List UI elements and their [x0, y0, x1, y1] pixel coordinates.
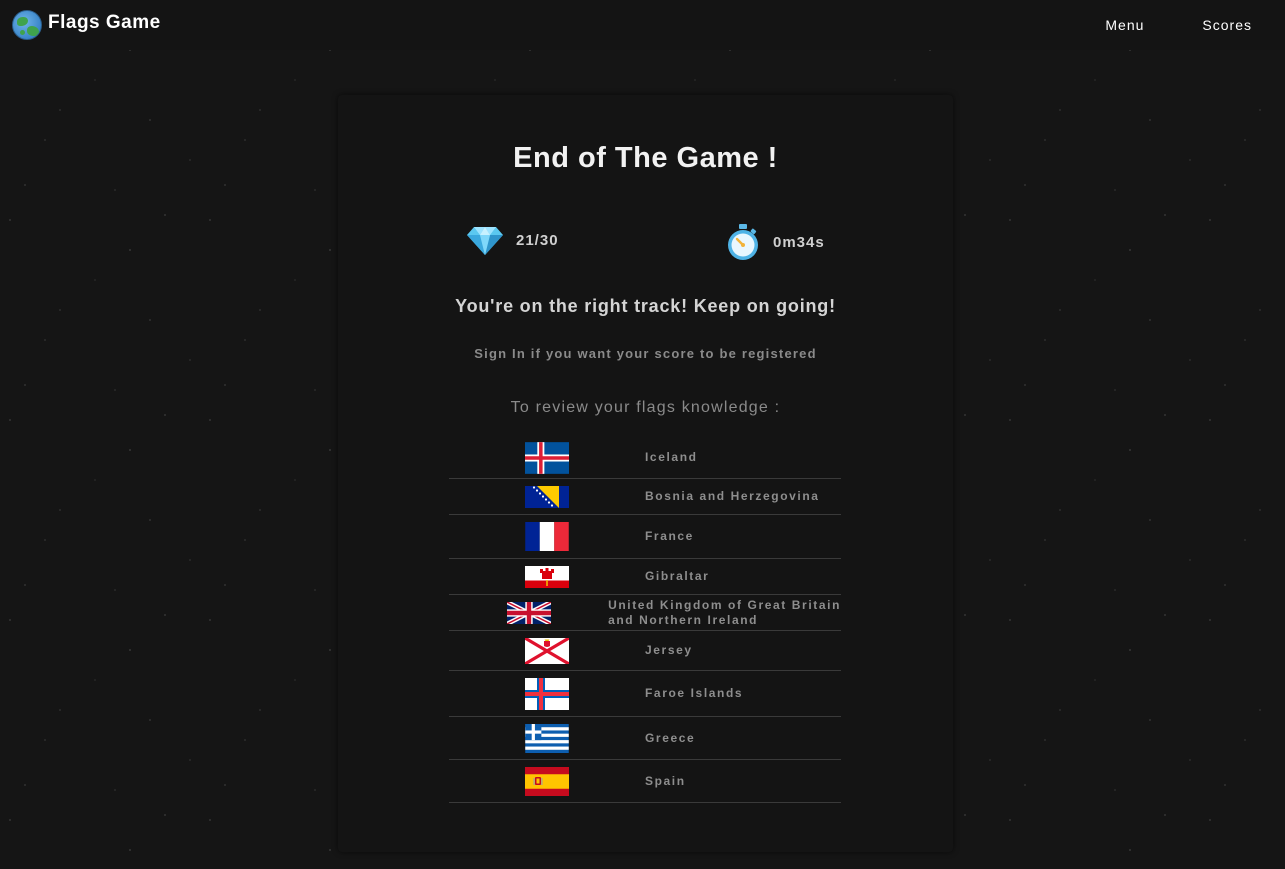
diamond-icon — [467, 227, 503, 255]
list-item: Greece — [449, 717, 841, 760]
iceland-flag-icon — [525, 441, 569, 474]
review-heading: To review your flags knowledge : — [510, 399, 781, 416]
score-stat: 21/30 — [466, 223, 559, 257]
country-name: Jersey — [645, 643, 693, 657]
review-flag-list: Iceland Bosnia and Herzegovina France Gi… — [449, 437, 841, 803]
country-name: Gibraltar — [645, 569, 710, 583]
app-title: Flags Game — [48, 12, 161, 33]
score-value: 21/30 — [516, 231, 559, 249]
faroe-flag-icon — [525, 677, 569, 710]
globe-icon — [12, 10, 42, 40]
time-stat: 0m34s — [725, 223, 825, 261]
country-name: France — [645, 529, 694, 543]
nav-scores-link[interactable]: Scores — [1202, 17, 1252, 33]
navbar: Flags Game Menu Scores — [0, 0, 1285, 50]
country-name: Faroe Islands — [645, 686, 744, 700]
country-name: United Kingdom of Great Britain and Nort… — [608, 597, 841, 627]
list-item: Jersey — [449, 631, 841, 671]
page-title: End of The Game ! — [513, 142, 778, 174]
country-name: Spain — [645, 773, 686, 788]
bosnia-flag-icon — [525, 485, 569, 508]
brand[interactable]: Flags Game — [12, 10, 161, 40]
list-item: Bosnia and Herzegovina — [449, 479, 841, 515]
list-item: Spain — [449, 760, 841, 803]
stopwatch-icon — [728, 224, 758, 260]
signin-note[interactable]: Sign In if you want your score to be reg… — [338, 346, 953, 361]
list-item: Faroe Islands — [449, 671, 841, 717]
spain-flag-icon — [525, 766, 569, 796]
country-name: Iceland — [645, 450, 698, 464]
nav-links: Menu Scores — [1047, 17, 1252, 33]
list-item: United Kingdom of Great Britain and Nort… — [449, 595, 841, 631]
results-card: End of The Game ! 21/30 0m34s You're on … — [338, 95, 953, 852]
list-item: Iceland — [449, 437, 841, 479]
uk-flag-icon — [506, 601, 551, 624]
nav-menu-link[interactable]: Menu — [1105, 17, 1144, 33]
gibraltar-flag-icon — [525, 565, 569, 588]
france-flag-icon — [525, 522, 569, 551]
country-name: Bosnia and Herzegovina — [645, 489, 820, 503]
country-name: Greece — [645, 730, 696, 745]
list-item: France — [449, 515, 841, 559]
list-item: Gibraltar — [449, 559, 841, 595]
time-value: 0m34s — [773, 233, 825, 251]
result-message: You're on the right track! Keep on going… — [455, 296, 836, 316]
jersey-flag-icon — [525, 637, 569, 664]
greece-flag-icon — [525, 723, 569, 753]
